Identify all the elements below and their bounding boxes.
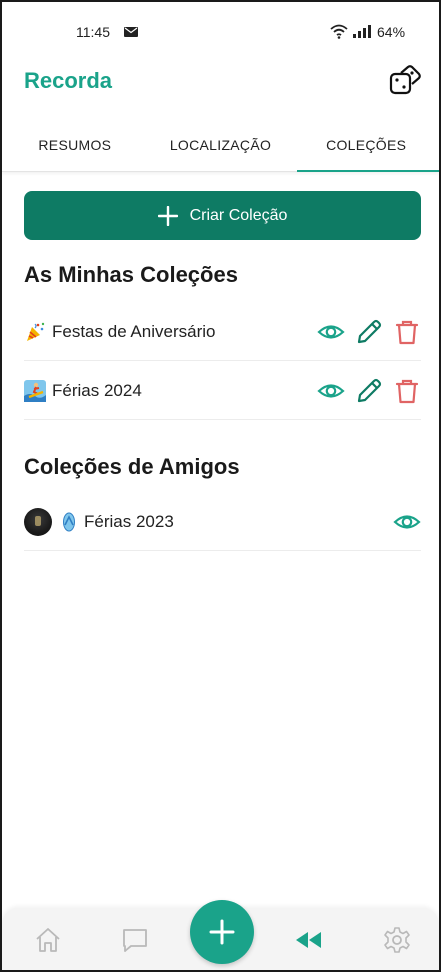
edit-icon[interactable] [355, 318, 383, 346]
collection-name: Festas de Aniversário [52, 321, 216, 341]
add-button[interactable] [190, 900, 254, 964]
surfer-icon [24, 379, 46, 402]
row-actions [307, 377, 421, 405]
collection-name: Férias 2024 [52, 380, 142, 400]
collection-name: Férias 2023 [84, 511, 174, 531]
plus-icon [157, 205, 178, 226]
wifi-icon [330, 24, 348, 39]
app-title: Recorda [24, 68, 113, 93]
create-collection-button[interactable]: Criar Coleção [24, 191, 421, 240]
my-collections-title: As Minhas Coleções [24, 262, 238, 287]
view-icon[interactable] [393, 508, 421, 536]
tab-resumos[interactable]: RESUMOS [2, 118, 148, 171]
friend-collection-row[interactable]: Férias 2023 [24, 493, 421, 551]
battery-level: 64% [377, 24, 406, 40]
status-bar: 11:45 64% [2, 2, 439, 62]
collection-row[interactable]: Festas de Aniversário [24, 303, 421, 361]
friends-collections-title: Coleções de Amigos [24, 454, 240, 479]
mail-icon [124, 27, 138, 37]
tab-colecoes[interactable]: COLEÇÕES [293, 118, 439, 172]
add-icon [209, 919, 235, 945]
row-actions [383, 508, 421, 536]
collection-row[interactable]: Férias 2024 [24, 362, 421, 420]
flip-flop-icon [63, 512, 75, 531]
tab-bar: RESUMOS LOCALIZAÇÃO COLEÇÕES [2, 118, 439, 172]
edit-icon[interactable] [355, 377, 383, 405]
tab-localizacao[interactable]: LOCALIZAÇÃO [148, 118, 294, 171]
view-icon[interactable] [317, 318, 345, 346]
view-icon[interactable] [317, 377, 345, 405]
rewind-icon[interactable] [294, 926, 322, 954]
create-collection-label: Criar Coleção [189, 206, 288, 224]
app-screen: 11:45 64% Recorda RESUMOS LOCALIZAÇÃO CO… [0, 0, 441, 972]
delete-icon[interactable] [393, 377, 421, 405]
party-popper-icon [27, 322, 45, 341]
delete-icon[interactable] [393, 318, 421, 346]
dice-icon[interactable] [388, 64, 422, 98]
row-actions [307, 318, 421, 346]
avatar[interactable] [24, 507, 52, 536]
status-time: 11:45 [76, 24, 110, 40]
chat-icon[interactable] [121, 926, 149, 954]
settings-icon[interactable] [383, 926, 411, 954]
signal-icon [353, 25, 371, 38]
home-icon[interactable] [34, 926, 62, 954]
